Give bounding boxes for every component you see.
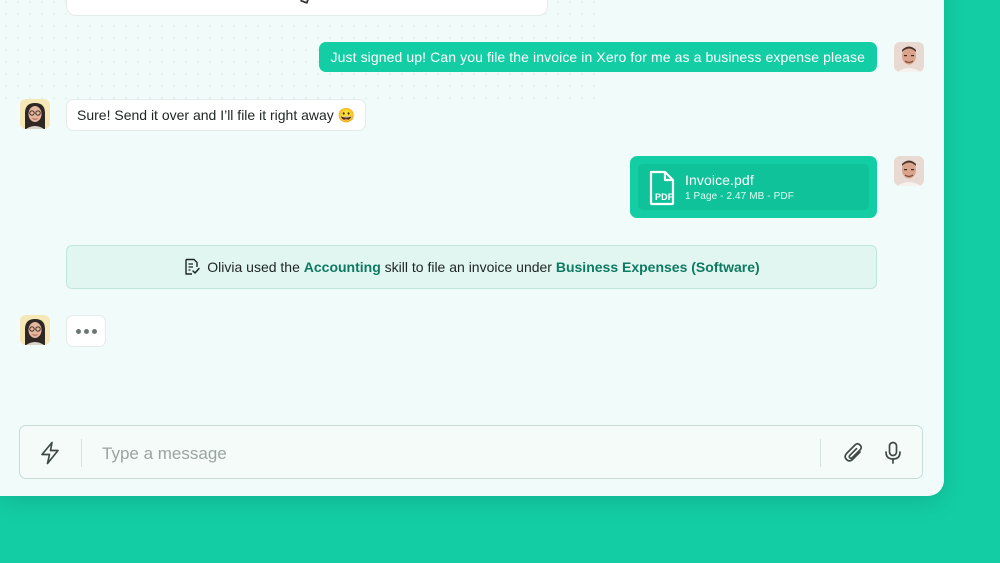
previous-message-bubble	[66, 0, 548, 16]
pdf-icon-label: PDF	[655, 192, 674, 202]
lightning-icon	[41, 441, 59, 465]
assistant-avatar	[20, 315, 50, 345]
message-composer	[19, 425, 923, 479]
composer-divider	[820, 439, 821, 467]
lightning-button[interactable]	[36, 439, 64, 467]
attachment-filename: Invoice.pdf	[685, 172, 754, 188]
pdf-attachment-card[interactable]: PDF Invoice.pdf 1 Page - 2.47 MB - PDF	[638, 164, 869, 210]
previous-message-text-fragment	[299, 0, 311, 5]
user-message-bubble: Just signed up! Can you file the invoice…	[318, 42, 877, 72]
typing-dot	[83, 328, 89, 334]
banner-text-prefix: Olivia used the	[207, 259, 304, 275]
assistant-message-text: Sure! Send it over and I’ll file it righ…	[77, 107, 356, 123]
assistant-message-bubble: Sure! Send it over and I’ll file it righ…	[66, 99, 367, 131]
skill-usage-banner: Olivia used the Accounting skill to file…	[66, 245, 877, 289]
user-avatar	[894, 42, 924, 72]
user-message-text: Just signed up! Can you file the invoice…	[330, 49, 865, 65]
microphone-icon	[885, 441, 901, 464]
typing-indicator	[66, 315, 106, 347]
user-avatar	[894, 156, 924, 186]
attachment-message-bubble: PDF Invoice.pdf 1 Page - 2.47 MB - PDF	[630, 156, 877, 218]
pdf-file-icon: PDF	[649, 170, 675, 206]
document-check-icon	[185, 258, 201, 275]
typing-dot	[75, 328, 81, 334]
banner-text-middle: skill to file an invoice under	[380, 259, 556, 275]
typing-dot	[91, 328, 97, 334]
banner-category: Business Expenses (Software)	[555, 259, 760, 275]
chat-panel: Just signed up! Can you file the invoice…	[0, 0, 944, 496]
paperclip-icon	[844, 442, 863, 462]
banner-skill-name: Accounting	[303, 259, 381, 275]
composer-divider	[81, 439, 82, 467]
message-input[interactable]	[100, 438, 804, 470]
attach-button[interactable]	[840, 439, 868, 467]
assistant-avatar	[20, 99, 50, 129]
microphone-button[interactable]	[879, 439, 907, 467]
attachment-meta: 1 Page - 2.47 MB - PDF	[685, 191, 794, 202]
